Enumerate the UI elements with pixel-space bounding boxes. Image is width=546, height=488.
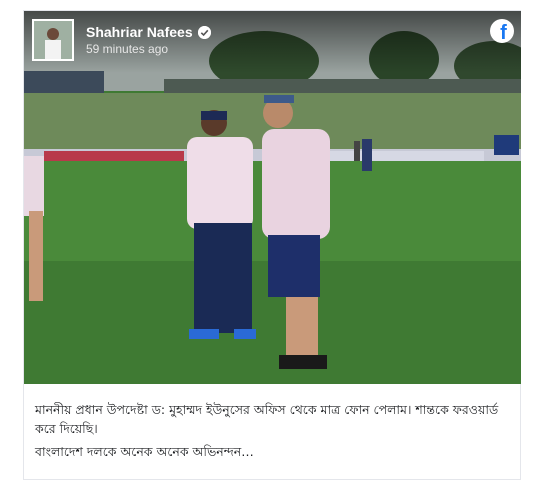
author-name-row: Shahriar Nafees xyxy=(86,24,211,40)
caption-line: বাংলাদেশ দলকে অনেক অনেক অভিনন্দন… xyxy=(35,444,254,459)
facebook-icon[interactable]: f xyxy=(490,19,514,43)
post-timestamp[interactable]: 59 minutes ago xyxy=(86,42,168,56)
verified-badge-icon xyxy=(197,25,211,39)
post-photo[interactable]: Shahriar Nafees 59 minutes ago f xyxy=(24,11,521,384)
author-name[interactable]: Shahriar Nafees xyxy=(86,24,193,40)
author-avatar[interactable] xyxy=(32,19,74,61)
post-caption: মাননীয় প্রধান উপদেষ্টা ড: মুহাম্মদ ইউনু… xyxy=(35,400,515,461)
caption-line: মাননীয় প্রধান উপদেষ্টা ড: মুহাম্মদ ইউনু… xyxy=(35,402,499,436)
avatar-image xyxy=(34,21,72,59)
facebook-post-card: Shahriar Nafees 59 minutes ago f মাননীয়… xyxy=(23,10,521,480)
